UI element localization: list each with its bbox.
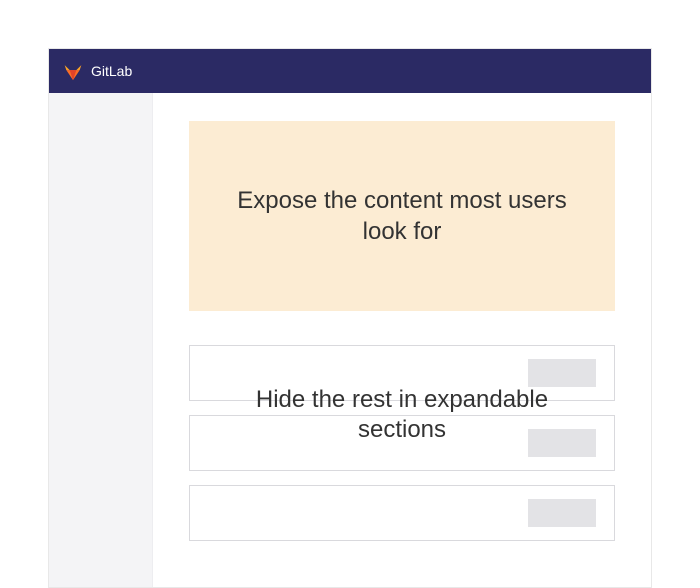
top-navbar: GitLab	[49, 49, 651, 93]
main-content: Expose the content most users look for H…	[153, 93, 651, 587]
brand-name: GitLab	[91, 63, 132, 79]
app-window: GitLab Expose the content most users loo…	[48, 48, 652, 588]
main-layout: Expose the content most users look for H…	[49, 93, 651, 587]
expandable-sections-group: Hide the rest in expandable sections	[189, 345, 615, 541]
gitlab-logo-icon	[63, 61, 83, 81]
expandable-section[interactable]	[189, 415, 615, 471]
expandable-section[interactable]	[189, 485, 615, 541]
hero-annotation: Expose the content most users look for	[229, 185, 575, 247]
expand-button[interactable]	[528, 429, 596, 457]
expandable-section[interactable]	[189, 345, 615, 401]
expand-button[interactable]	[528, 359, 596, 387]
sidebar	[49, 93, 153, 587]
expand-button[interactable]	[528, 499, 596, 527]
hero-panel: Expose the content most users look for	[189, 121, 615, 311]
